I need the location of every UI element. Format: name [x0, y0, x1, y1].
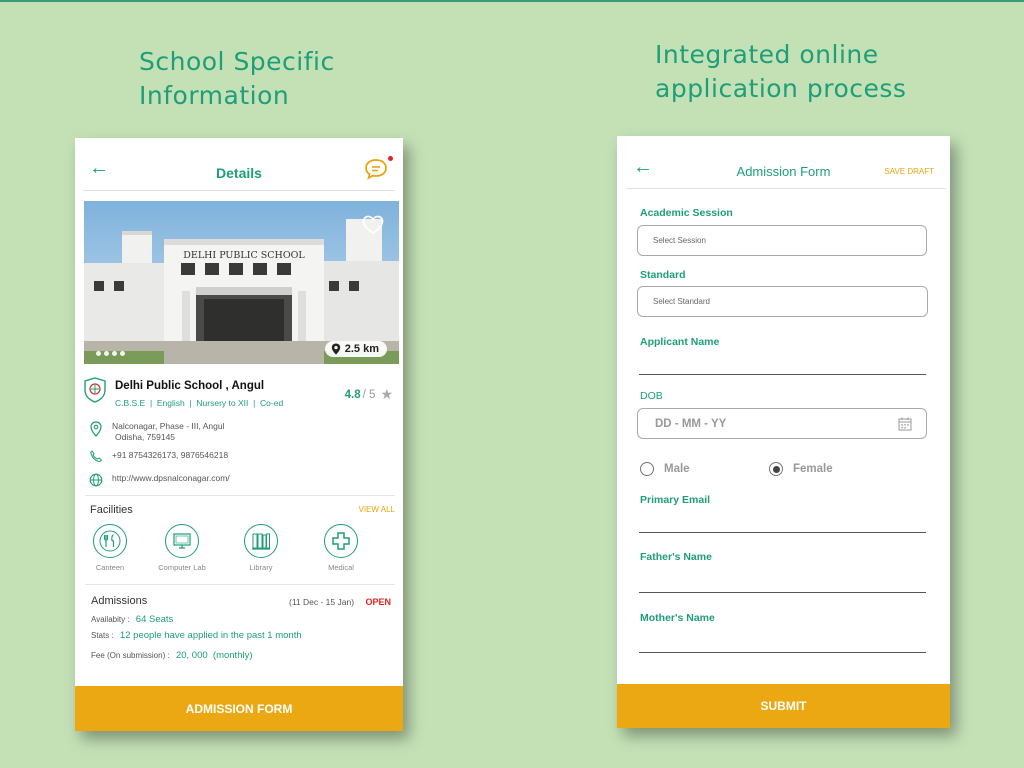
calendar-icon[interactable]	[898, 417, 912, 431]
admission-form-button[interactable]: ADMISSION FORM	[75, 686, 403, 731]
applicant-name-label: Applicant Name	[640, 336, 720, 348]
phone-numbers: +91 8754326173, 9876546218	[112, 450, 229, 460]
fathers-name-input[interactable]	[639, 592, 926, 593]
radio-label: Female	[793, 463, 833, 475]
phone-row[interactable]: +91 8754326173, 9876546218	[89, 450, 228, 462]
fathers-name-label: Father's Name	[640, 551, 712, 563]
primary-email-input[interactable]	[639, 532, 926, 533]
stats-row: Stats : 12 people have applied in the pa…	[91, 630, 302, 641]
location-pin-icon	[90, 421, 102, 437]
facility-library[interactable]: Library	[226, 524, 296, 572]
heading-school-info: School Specific Information	[139, 45, 335, 113]
dob-input[interactable]: DD - MM - YY	[637, 408, 927, 439]
chat-bubble-icon[interactable]	[364, 158, 388, 180]
availability-row: Availabity : 64 Seats	[91, 614, 173, 625]
medical-cross-icon	[324, 524, 358, 558]
school-building-illustration: DELHI PUBLIC SCHOOL	[84, 201, 399, 364]
standard-label: Standard	[640, 269, 686, 281]
divider	[627, 188, 946, 189]
distance-badge: 2.5 km	[324, 341, 387, 357]
school-rating: 4.8 / 5 ★	[345, 386, 393, 403]
availability-value: 64 Seats	[135, 614, 174, 625]
academic-session-select[interactable]: Select Session	[637, 225, 927, 256]
facilities-title: Facilities	[90, 504, 133, 516]
facility-label: Canteen	[95, 563, 125, 572]
heading-line: School Specific	[139, 47, 335, 76]
standard-select[interactable]: Select Standard	[637, 286, 928, 317]
fee-label: Fee (On submission) :	[91, 651, 170, 660]
school-photo[interactable]: DELHI PUBLIC SCHOOL 2.5 km	[84, 201, 399, 364]
notification-dot	[388, 156, 393, 161]
website-link[interactable]: http://www.dpsnalconagar.com/	[112, 473, 230, 487]
books-icon	[244, 524, 278, 558]
school-logo-icon	[84, 377, 106, 403]
school-tags: C.B.S.E | English | Nursery to XII | Co-…	[115, 398, 284, 408]
address-line: Nalconagar, Phase - III, Angul	[112, 421, 225, 431]
radio-checked-icon	[769, 462, 783, 476]
heading-application-process: Integrated online application process	[655, 38, 906, 106]
save-draft-button[interactable]: SAVE DRAFT	[884, 167, 934, 176]
divider	[83, 190, 395, 191]
dob-placeholder: DD - MM - YY	[655, 417, 727, 430]
dob-label: DOB	[640, 390, 663, 402]
applicant-name-input[interactable]	[639, 374, 926, 375]
top-border	[0, 0, 1024, 2]
cutlery-icon	[93, 524, 127, 558]
stats-value: 12 people have applied in the past 1 mon…	[119, 630, 302, 641]
globe-icon	[89, 473, 103, 487]
facility-canteen[interactable]: Canteen	[75, 524, 145, 572]
computer-icon	[165, 524, 199, 558]
fee-value: 20, 000 (monthly)	[175, 650, 253, 661]
star-icon: ★	[380, 386, 393, 402]
stats-label: Stats :	[91, 631, 114, 640]
school-name: Delhi Public School , Angul	[115, 380, 265, 392]
app-header: ← Admission Form SAVE DRAFT	[617, 136, 950, 192]
facility-medical[interactable]: Medical	[306, 524, 376, 572]
mothers-name-input[interactable]	[639, 652, 926, 653]
heading-line: Integrated online	[655, 40, 879, 69]
facility-label: Medical	[328, 563, 354, 572]
building-sign: DELHI PUBLIC SCHOOL	[183, 250, 305, 261]
submit-button[interactable]: SUBMIT	[617, 684, 950, 728]
app-header: ← Details	[75, 138, 403, 194]
heart-icon[interactable]	[362, 215, 384, 235]
radio-unchecked-icon	[640, 462, 654, 476]
admissions-title: Admissions	[91, 595, 148, 607]
page-title: Details	[216, 165, 262, 181]
gender-male-radio[interactable]: Male	[640, 462, 690, 476]
gender-female-radio[interactable]: Female	[769, 462, 833, 476]
carousel-dots[interactable]	[96, 351, 125, 356]
details-screen: ← Details DELHI PUBLIC SCHOOL 2.5 km Del…	[75, 138, 403, 731]
heading-line: application process	[655, 74, 907, 103]
address-row: Nalconagar, Phase - III, Angul Odisha, 7…	[89, 421, 224, 443]
facility-computer-lab[interactable]: Computer Lab	[147, 524, 217, 572]
rating-scale: / 5	[362, 388, 376, 401]
fee-row: Fee (On submission) : 20, 000 (monthly)	[91, 650, 253, 661]
status-badge: OPEN	[365, 597, 391, 607]
location-pin-icon	[331, 343, 340, 355]
select-placeholder: Select Standard	[653, 297, 710, 306]
heading-line: Information	[139, 81, 290, 110]
primary-email-label: Primary Email	[640, 494, 711, 506]
divider	[85, 584, 395, 585]
academic-session-label: Academic Session	[640, 207, 733, 219]
admission-form-screen: ← Admission Form SAVE DRAFT Academic Ses…	[617, 136, 950, 728]
phone-icon	[90, 450, 103, 462]
rating-value: 4.8	[344, 388, 361, 401]
mothers-name-label: Mother's Name	[640, 612, 715, 624]
facility-label: Library	[249, 563, 273, 572]
view-all-link[interactable]: VIEW ALL	[359, 505, 395, 514]
radio-label: Male	[664, 463, 690, 475]
select-placeholder: Select Session	[653, 236, 706, 245]
distance-value: 2.5 km	[344, 343, 379, 355]
availability-label: Availabity :	[91, 615, 130, 624]
divider	[85, 495, 395, 496]
address-line: Odisha, 759145	[115, 432, 176, 442]
website-row[interactable]: http://www.dpsnalconagar.com/	[89, 473, 230, 487]
facility-label: Computer Lab	[158, 563, 206, 572]
admission-dates: (11 Dec - 15 Jan)	[289, 597, 355, 607]
